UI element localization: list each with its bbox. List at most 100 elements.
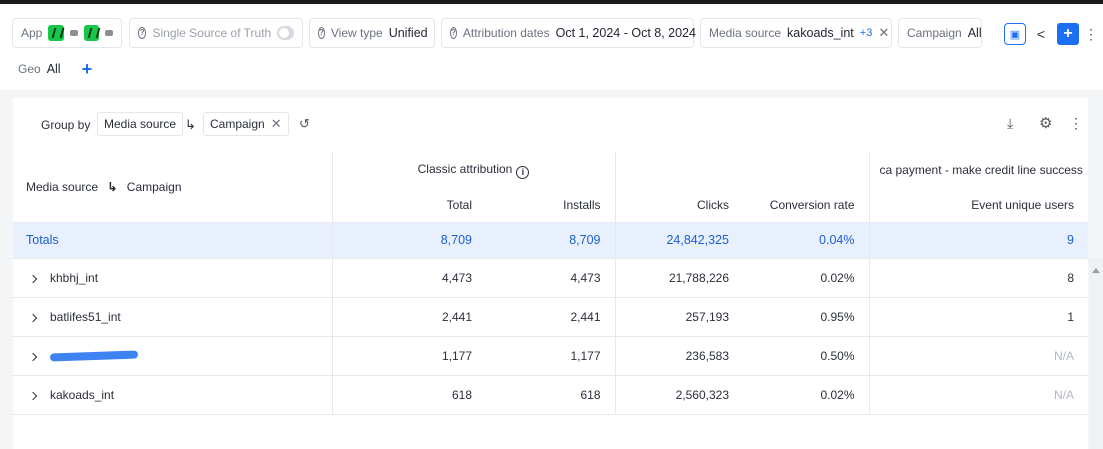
attribution-dates-label: Attribution dates [462, 26, 550, 40]
redacted-name [49, 350, 139, 362]
column-header[interactable]: Clicks [615, 188, 743, 223]
table-cell: 21,788,226 [615, 258, 743, 298]
geo-label: Geo [18, 62, 41, 76]
chevron-right-icon[interactable] [28, 313, 38, 322]
view-type-value: Unified [388, 26, 428, 40]
totals-row: Totals 8,709 8,709 24,842,325 0.04% 9 [13, 222, 1088, 259]
classic-attribution-label: Classic attribution [417, 161, 513, 176]
table-cell: 1,177 [332, 336, 486, 376]
table-row[interactable]: batlifes51_int 2,441 2,441 257,193 0.95%… [13, 297, 1088, 337]
geo-filter[interactable]: Geo All [12, 54, 72, 84]
event-header: ca payment - make credit line success [879, 163, 1083, 177]
save-icon[interactable]: ▣ [1004, 23, 1026, 45]
empty-header-cell [615, 152, 870, 188]
settings-icon[interactable]: ⚙ [1039, 114, 1052, 132]
row-name: khbhj_int [50, 270, 99, 285]
totals-label: Totals [13, 222, 333, 259]
history-icon[interactable]: ↺ [299, 116, 310, 132]
dimension-header[interactable]: Media source ↳ Campaign [13, 152, 333, 223]
chevron-right-icon[interactable] [28, 274, 38, 283]
table-row[interactable]: 1,177 1,177 236,583 0.50% N/A [13, 336, 1088, 376]
media-source-label: Media source [709, 26, 782, 40]
row-name-cell[interactable]: batlifes51_int [13, 297, 333, 337]
column-header[interactable]: Total [332, 188, 486, 223]
share-icon[interactable]: < [1030, 23, 1052, 45]
dimension-sub-label: Campaign [126, 179, 182, 194]
report-panel: Group by Media source ↳ Campaign ✕ ↺ ⤓ ⚙… [13, 98, 1088, 449]
classic-attribution-header: Classic attribution i [332, 152, 616, 188]
group-by-bar: Group by Media source ↳ Campaign ✕ ↺ ⤓ ⚙… [13, 98, 1088, 152]
app-icon [83, 25, 100, 41]
group-by-campaign[interactable]: Campaign ✕ [203, 112, 289, 136]
table-cell: 1,177 [486, 336, 616, 376]
scroll-up-icon[interactable] [1092, 268, 1100, 273]
table-cell: 0.50% [743, 336, 870, 376]
report-table: Media source ↳ Campaign Classic attribut… [13, 152, 1088, 415]
column-header[interactable]: Conversion rate [743, 188, 870, 223]
close-icon[interactable]: ✕ [878, 25, 889, 41]
media-source-extra-count: +3 [859, 27, 873, 39]
more-icon[interactable]: ⋮ [1069, 115, 1083, 132]
table-cell: 1 [869, 297, 1088, 337]
group-by-label: Group by [41, 118, 91, 132]
single-source-filter[interactable]: ? Single Source of Truth [129, 18, 303, 48]
row-name-cell[interactable] [13, 336, 333, 376]
app-label: App [21, 26, 43, 40]
campaign-filter[interactable]: Campaign All [898, 18, 982, 48]
table-cell: 236,583 [615, 336, 743, 376]
table-cell: 4,473 [486, 258, 616, 298]
table-cell: 618 [332, 375, 486, 415]
table-cell: 2,441 [332, 297, 486, 337]
table-cell: 0.95% [743, 297, 870, 337]
more-icon[interactable]: ⋮ [1084, 23, 1098, 45]
scrollbar[interactable] [1089, 258, 1103, 449]
chevron-right-icon[interactable] [28, 391, 38, 400]
download-icon[interactable]: ⤓ [1007, 115, 1013, 132]
column-header[interactable]: Event unique users [869, 188, 1088, 223]
table-cell: N/A [869, 336, 1088, 376]
chevron-right-icon[interactable] [28, 352, 38, 361]
view-type-filter[interactable]: ? View type Unified [309, 18, 435, 48]
row-name: batlifes51_int [50, 309, 121, 324]
help-icon: ? [450, 27, 457, 39]
table-cell: 8 [869, 258, 1088, 298]
row-name: kakoads_int [50, 387, 115, 402]
table-cell: 618 [486, 375, 616, 415]
media-source-filter[interactable]: Media source kakoads_int +3 ✕ [700, 18, 892, 48]
totals-cell: 0.04% [743, 222, 870, 259]
group-by-media-source[interactable]: Media source [97, 112, 184, 136]
table-cell: 257,193 [615, 297, 743, 337]
column-header[interactable]: Installs [486, 188, 616, 223]
totals-cell: 9 [869, 222, 1088, 259]
table-cell: 2,560,323 [615, 375, 743, 415]
sub-group-arrow-icon: ↳ [185, 117, 196, 132]
view-type-label: View type [330, 26, 383, 40]
table-cell: 4,473 [332, 258, 486, 298]
row-name-cell[interactable]: khbhj_int [13, 258, 333, 298]
attribution-dates-filter[interactable]: ? Attribution dates Oct 1, 2024 - Oct 8,… [441, 18, 696, 48]
single-source-toggle[interactable] [277, 26, 294, 40]
add-geo-button[interactable]: + [76, 58, 98, 80]
table-cell: 0.02% [743, 375, 870, 415]
filter-bar: App ? Single Source of Truth ? View type… [0, 4, 1103, 90]
row-name-cell[interactable]: kakoads_int [13, 375, 333, 415]
help-icon: ? [138, 27, 147, 39]
totals-cell: 24,842,325 [615, 222, 743, 259]
info-icon[interactable]: i [516, 165, 530, 179]
totals-cell: 8,709 [486, 222, 616, 259]
table-cell: 2,441 [486, 297, 616, 337]
single-source-label: Single Source of Truth [152, 26, 272, 40]
dimension-header-label: Media source [26, 179, 99, 194]
app-sub-icon [69, 30, 78, 36]
table-cell: N/A [869, 375, 1088, 415]
app-filter[interactable]: App [12, 18, 122, 48]
table-row[interactable]: kakoads_int 618 618 2,560,323 0.02% N/A [13, 375, 1088, 415]
group-by-item: Media source [104, 117, 177, 131]
close-icon[interactable]: ✕ [271, 116, 282, 132]
sub-group-arrow-icon: ↳ [107, 179, 118, 194]
media-source-value: kakoads_int [787, 26, 854, 40]
table-row[interactable]: khbhj_int 4,473 4,473 21,788,226 0.02% 8 [13, 258, 1088, 298]
add-filter-button[interactable]: + [1057, 23, 1079, 45]
attribution-dates-value: Oct 1, 2024 - Oct 8, 2024 [555, 26, 696, 40]
campaign-value: All [967, 26, 982, 40]
